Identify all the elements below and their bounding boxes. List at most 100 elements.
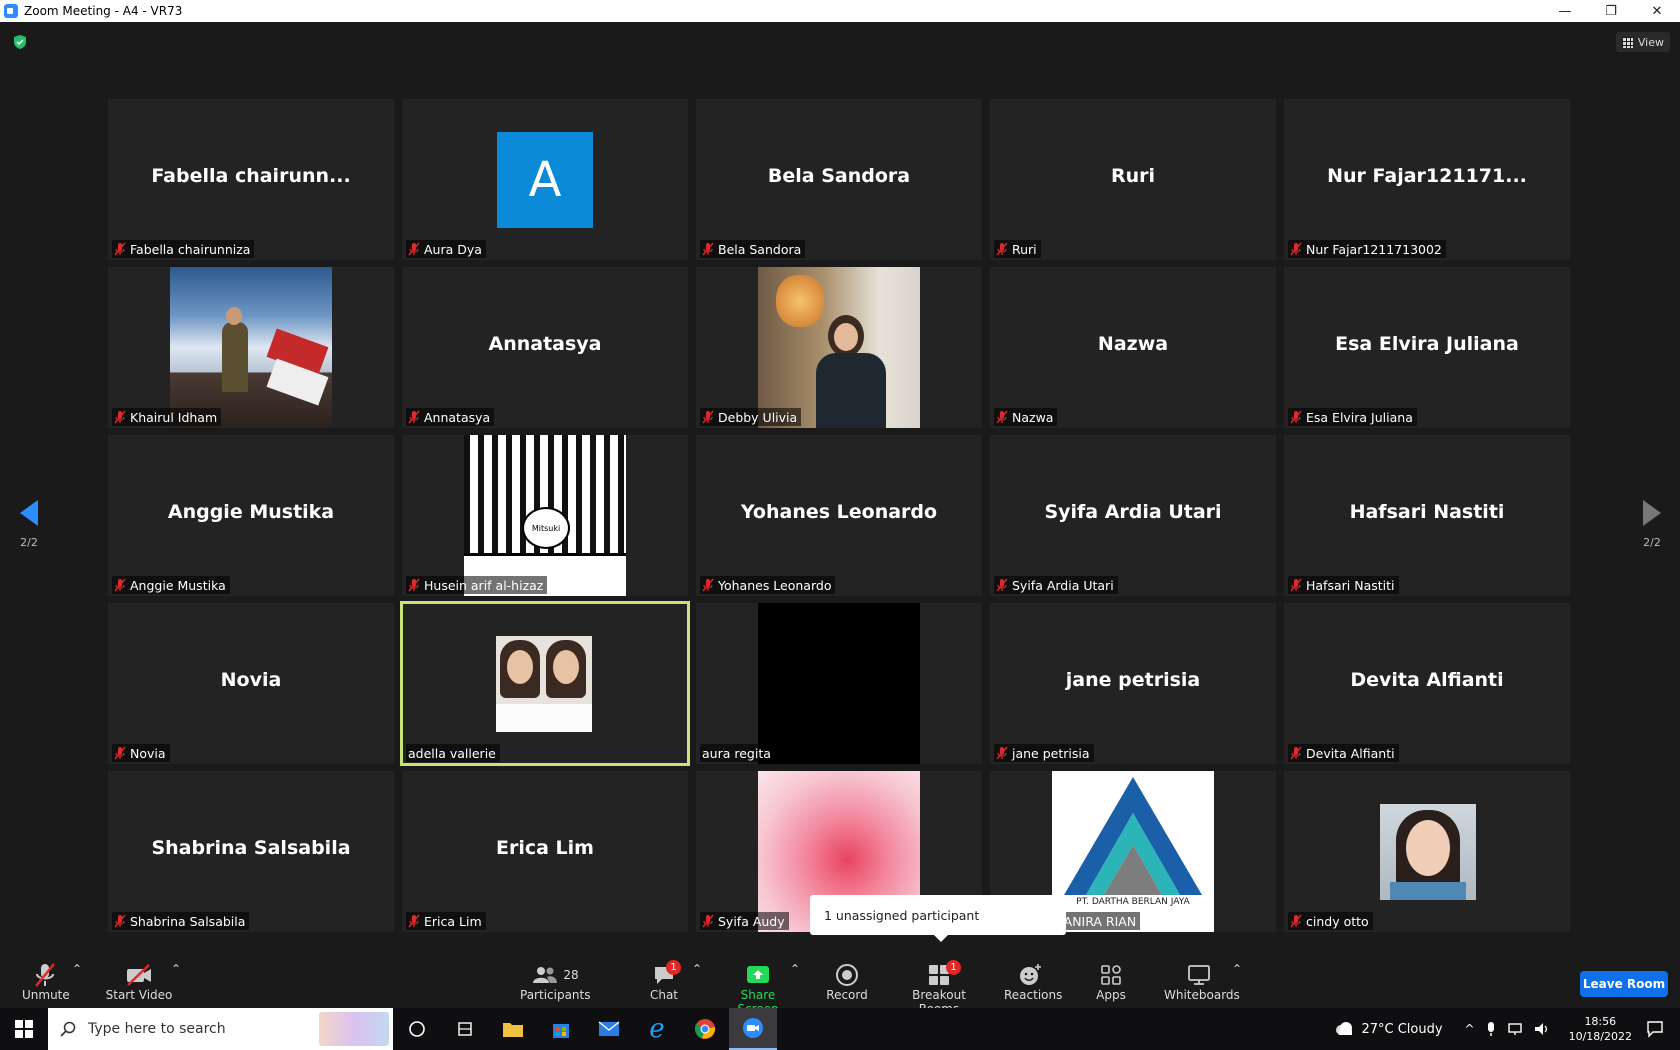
- window-title: Zoom Meeting - A4 - VR73: [24, 4, 183, 18]
- participants-button[interactable]: 28 Participants: [520, 962, 591, 1002]
- chat-options-caret[interactable]: ⌃: [692, 962, 702, 976]
- participant-name: Esa Elvira Juliana: [1306, 409, 1413, 425]
- participant-name-label: Anggie Mustika: [112, 576, 230, 594]
- view-label: View: [1637, 35, 1664, 49]
- search-highlight-illustration: [319, 1012, 389, 1046]
- participant-tile[interactable]: Shabrina Salsabila Shabrina Salsabila: [108, 771, 394, 932]
- security-shield-icon[interactable]: [12, 34, 28, 50]
- muted-microphone-icon: [408, 914, 420, 928]
- zoom-taskbar-icon[interactable]: [729, 1008, 777, 1050]
- microsoft-store-icon[interactable]: [537, 1008, 585, 1050]
- grid-icon: [1621, 36, 1633, 48]
- participant-name-label: Khairul Idham: [112, 408, 222, 426]
- participant-tile[interactable]: Erica Lim Erica Lim: [402, 771, 688, 932]
- notifications-icon[interactable]: [1646, 1020, 1664, 1038]
- muted-microphone-icon: [1290, 242, 1302, 256]
- chrome-icon[interactable]: [681, 1008, 729, 1050]
- participant-name: Debby Ulivia: [718, 409, 798, 425]
- reactions-button[interactable]: Reactions: [1004, 962, 1062, 1002]
- close-button[interactable]: ✕: [1634, 0, 1680, 22]
- participant-display-name: Annatasya: [488, 332, 602, 355]
- previous-page-button[interactable]: 2/2: [9, 500, 49, 549]
- participant-name-label: Aura Dya: [406, 240, 486, 258]
- participant-display-name: jane petrisia: [1065, 668, 1201, 691]
- weather-text[interactable]: 27°C Cloudy: [1361, 1022, 1442, 1037]
- whiteboard-options-caret[interactable]: ⌃: [1232, 962, 1242, 976]
- participant-tile[interactable]: Bela Sandora Bela Sandora: [696, 99, 982, 260]
- participant-tile[interactable]: aura regita: [696, 603, 982, 764]
- participant-tile[interactable]: adella vallerie: [400, 601, 690, 766]
- arrow-left-icon: [20, 500, 38, 526]
- chevron-up-icon[interactable]: ^: [1465, 1022, 1475, 1036]
- participant-tile[interactable]: Hafsari Nastiti Hafsari Nastiti: [1284, 435, 1570, 596]
- participant-name: Yohanes Leonardo: [718, 577, 832, 593]
- video-options-caret[interactable]: ⌃: [171, 962, 181, 976]
- participant-name-label: Ruri: [994, 240, 1041, 258]
- participant-tile[interactable]: Fabella chairunn... Fabella chairunniza: [108, 99, 394, 260]
- participant-name: Shabrina Salsabila: [130, 913, 246, 929]
- participants-count: 28: [563, 968, 579, 982]
- participant-tile[interactable]: A Aura Dya: [402, 99, 688, 260]
- clock[interactable]: 18:56 10/18/2022: [1569, 1014, 1632, 1044]
- participant-tile[interactable]: jane petrisia jane petrisia: [990, 603, 1276, 764]
- participant-name: cindy otto: [1306, 913, 1369, 929]
- muted-microphone-icon: [408, 578, 420, 592]
- muted-microphone-icon: [114, 914, 126, 928]
- muted-microphone-icon: [996, 242, 1008, 256]
- start-video-button[interactable]: Start Video: [104, 962, 174, 1002]
- participant-tile[interactable]: Debby Ulivia: [696, 267, 982, 428]
- participant-name: Devita Alfianti: [1306, 745, 1395, 761]
- leave-room-button[interactable]: Leave Room: [1580, 971, 1668, 997]
- participant-tile[interactable]: Nazwa Nazwa: [990, 267, 1276, 428]
- internet-explorer-icon[interactable]: e: [633, 1008, 681, 1050]
- participant-tile[interactable]: Novia Novia: [108, 603, 394, 764]
- whiteboards-label: Whiteboards: [1164, 988, 1240, 1002]
- minimize-button[interactable]: —: [1542, 0, 1588, 22]
- participant-display-name: Nur Fajar121171...: [1327, 164, 1527, 187]
- share-screen-icon: [747, 966, 769, 983]
- participant-tile[interactable]: Devita Alfianti Devita Alfianti: [1284, 603, 1570, 764]
- unmute-button[interactable]: Unmute: [22, 962, 70, 1002]
- breakout-badge: 1: [946, 960, 961, 975]
- participant-photo: [496, 636, 592, 732]
- volume-icon[interactable]: [1533, 1021, 1551, 1037]
- participant-tile[interactable]: Khairul Idham: [108, 267, 394, 428]
- taskbar-search-box[interactable]: Type here to search: [48, 1008, 393, 1050]
- participant-display-name: Shabrina Salsabila: [151, 836, 351, 859]
- page-indicator-right: 2/2: [1643, 536, 1661, 549]
- task-view-icon[interactable]: [393, 1008, 441, 1050]
- participant-tile[interactable]: Annatasya Annatasya: [402, 267, 688, 428]
- restore-button[interactable]: ❐: [1588, 0, 1634, 22]
- record-button[interactable]: Record: [826, 962, 868, 1002]
- participant-tile[interactable]: Nur Fajar121171... Nur Fajar1211713002: [1284, 99, 1570, 260]
- participant-tile[interactable]: Syifa Ardia Utari Syifa Ardia Utari: [990, 435, 1276, 596]
- participant-name: adella vallerie: [408, 745, 496, 761]
- participant-tile[interactable]: Anggie Mustika Anggie Mustika: [108, 435, 394, 596]
- windows-logo-icon: [15, 1020, 33, 1038]
- mail-icon[interactable]: [585, 1008, 633, 1050]
- view-button[interactable]: View: [1615, 32, 1670, 52]
- start-button[interactable]: [0, 1008, 48, 1050]
- audio-options-caret[interactable]: ⌃: [72, 962, 82, 976]
- share-options-caret[interactable]: ⌃: [790, 962, 800, 976]
- whiteboards-button[interactable]: Whiteboards: [1164, 962, 1240, 1002]
- participant-tile[interactable]: Esa Elvira Juliana Esa Elvira Juliana: [1284, 267, 1570, 428]
- participant-name-label: Annatasya: [406, 408, 495, 426]
- microphone-tray-icon[interactable]: [1485, 1021, 1497, 1037]
- company-logo-image: PT. DARTHA BERLAN JAYA: [1052, 771, 1214, 932]
- clock-time: 18:56: [1584, 1015, 1617, 1028]
- muted-microphone-icon: [702, 242, 714, 256]
- participant-tile[interactable]: Ruri Ruri: [990, 99, 1276, 260]
- participant-tile[interactable]: cindy otto: [1284, 771, 1570, 932]
- file-explorer-icon[interactable]: [489, 1008, 537, 1050]
- widgets-icon[interactable]: [441, 1008, 489, 1050]
- participant-photo: [170, 267, 332, 428]
- muted-microphone-icon: [1290, 410, 1302, 424]
- network-icon[interactable]: [1507, 1021, 1525, 1037]
- chat-button[interactable]: 1 Chat: [648, 960, 681, 1002]
- participant-tile[interactable]: Mitsuki Husein arif al-hizaz: [402, 435, 688, 596]
- muted-microphone-icon: [1290, 746, 1302, 760]
- apps-button[interactable]: Apps: [1094, 962, 1128, 1002]
- next-page-button[interactable]: 2/2: [1632, 500, 1672, 549]
- participant-tile[interactable]: Yohanes Leonardo Yohanes Leonardo: [696, 435, 982, 596]
